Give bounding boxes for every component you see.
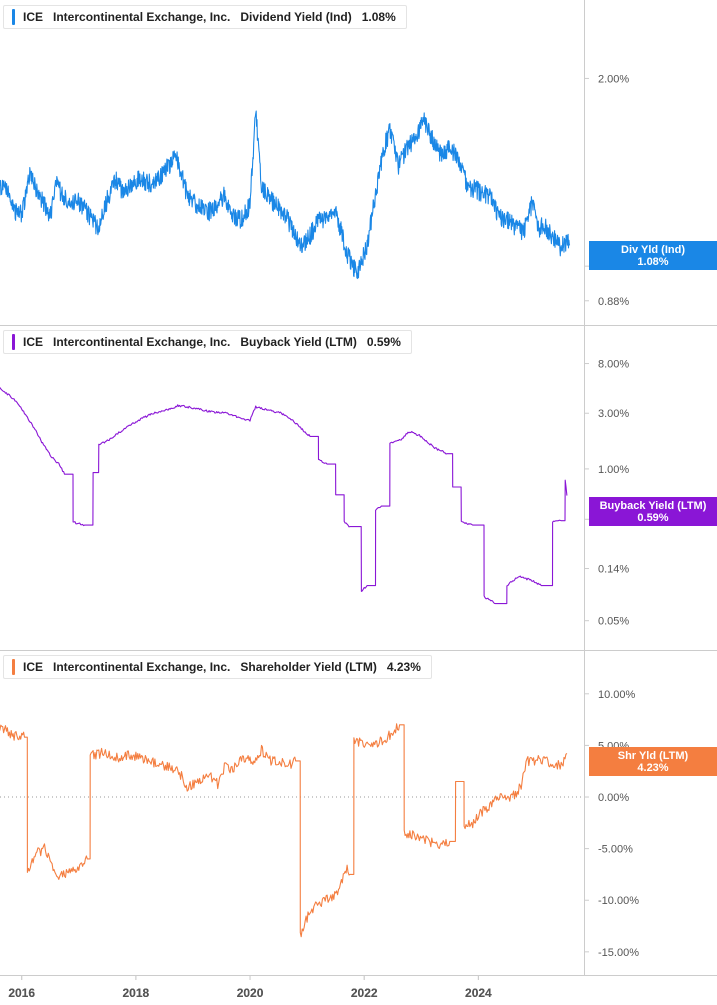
legend-buyback: ICE Intercontinental Exchange, Inc. Buyb… <box>3 330 412 354</box>
x-tick-label: 2022 <box>351 986 378 1000</box>
shareholder-last-value-flag: Shr Yld (LTM) 4.23% <box>589 747 717 776</box>
y-tick-label: 1.00% <box>598 464 629 476</box>
y-tick-label: 0.14% <box>598 564 629 576</box>
legend-ticker: ICE <box>23 660 44 674</box>
flag-label: Shr Yld (LTM) <box>617 750 689 762</box>
y-tick-label: 0.05% <box>598 616 629 628</box>
series-line-dividend-yield-ind- <box>0 110 571 280</box>
y-tick-label: -5.00% <box>598 844 633 856</box>
legend-dividend: ICE Intercontinental Exchange, Inc. Divi… <box>3 5 407 29</box>
buyback-last-value-flag: Buyback Yield (LTM) 0.59% <box>589 497 717 526</box>
legend-value: 0.59% <box>366 335 401 349</box>
legend-value: 1.08% <box>361 10 396 24</box>
flag-value: 1.08% <box>637 256 669 268</box>
legend-metric: Shareholder Yield (LTM) <box>240 660 377 674</box>
x-tick-label: 2016 <box>8 986 35 1000</box>
legend-ticker: ICE <box>23 335 44 349</box>
y-tick-label: 2.00% <box>598 73 629 85</box>
legend-company: Intercontinental Exchange, Inc. <box>53 335 231 349</box>
flag-value: 0.59% <box>637 512 669 524</box>
flag-value: 4.23% <box>637 762 669 774</box>
buyback-color-swatch <box>12 334 15 350</box>
y-tick-label: -10.00% <box>598 895 639 907</box>
legend-metric: Dividend Yield (Ind) <box>240 10 352 24</box>
series-line-buyback-yield-ltm- <box>0 386 568 605</box>
y-tick-label: -15.00% <box>598 947 639 959</box>
series-line-shareholder-yield-ltm- <box>0 723 568 938</box>
legend-value: 4.23% <box>386 660 421 674</box>
y-tick-label: 8.00% <box>598 359 629 371</box>
y-tick-label: 10.00% <box>598 689 636 701</box>
y-tick-label: 3.00% <box>598 408 629 420</box>
dividend-last-value-flag: Div Yld (Ind) 1.08% <box>589 241 717 270</box>
legend-shareholder: ICE Intercontinental Exchange, Inc. Shar… <box>3 655 432 679</box>
legend-company: Intercontinental Exchange, Inc. <box>53 660 231 674</box>
x-tick-label: 2024 <box>465 986 492 1000</box>
flag-label: Buyback Yield (LTM) <box>599 500 707 512</box>
legend-metric: Buyback Yield (LTM) <box>240 335 357 349</box>
y-tick-label: 0.88% <box>598 296 629 308</box>
dividend-color-swatch <box>12 9 15 25</box>
shareholder-color-swatch <box>12 659 15 675</box>
x-tick-label: 2020 <box>237 986 264 1000</box>
flag-label: Div Yld (Ind) <box>621 244 685 256</box>
legend-ticker: ICE <box>23 10 44 24</box>
y-tick-label: 0.00% <box>598 792 629 804</box>
legend-company: Intercontinental Exchange, Inc. <box>53 10 231 24</box>
x-tick-label: 2018 <box>123 986 150 1000</box>
